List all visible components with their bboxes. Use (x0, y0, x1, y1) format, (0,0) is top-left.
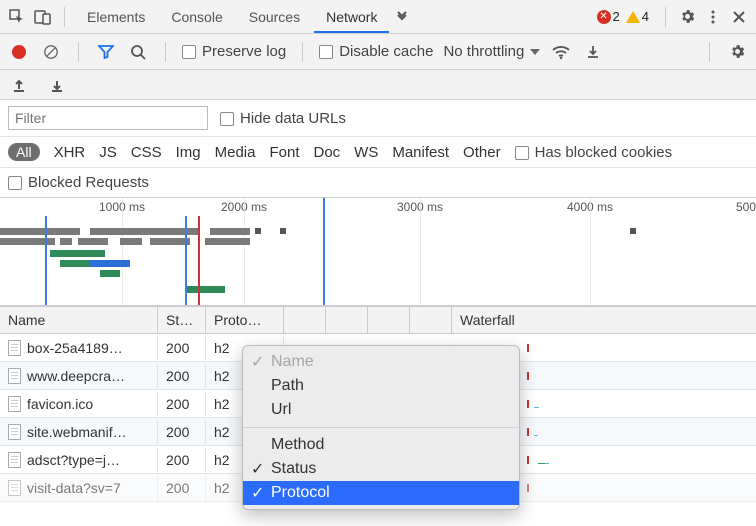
col-waterfall[interactable]: Waterfall (452, 307, 756, 333)
ctx-status[interactable]: ✓Status (243, 457, 519, 481)
error-count: 2 (613, 9, 620, 24)
devtools-top-toolbar: Elements Console Sources Network ✕2 4 (0, 0, 756, 34)
col-hidden-4[interactable] (410, 307, 452, 333)
settings-gear-icon[interactable] (676, 6, 698, 28)
throttling-select[interactable]: No throttling (443, 43, 540, 60)
col-hidden-3[interactable] (368, 307, 410, 333)
filter-other[interactable]: Other (463, 144, 501, 161)
filter-css[interactable]: CSS (131, 144, 162, 161)
har-toolbar (0, 70, 756, 100)
filter-manifest[interactable]: Manifest (392, 144, 449, 161)
blocked-requests-checkbox[interactable]: Blocked Requests (8, 174, 149, 191)
kebab-menu-icon[interactable] (702, 6, 724, 28)
warning-icon (626, 11, 640, 23)
separator (64, 7, 65, 27)
tab-elements[interactable]: Elements (75, 1, 157, 33)
network-conditions-icon[interactable] (550, 41, 572, 63)
separator (709, 42, 710, 62)
panel-tabs: Elements Console Sources Network (75, 1, 587, 33)
search-icon[interactable] (127, 41, 149, 63)
tab-console[interactable]: Console (159, 1, 234, 33)
errors-warnings-badge[interactable]: ✕2 4 (591, 7, 655, 26)
more-tabs-icon[interactable] (391, 6, 413, 28)
preserve-log-checkbox[interactable]: Preserve log (182, 43, 286, 60)
document-icon (8, 424, 21, 440)
document-icon (8, 340, 21, 356)
filter-doc[interactable]: Doc (313, 144, 340, 161)
filter-xhr[interactable]: XHR (54, 144, 86, 161)
disable-cache-checkbox[interactable]: Disable cache (319, 43, 433, 60)
clear-icon[interactable] (40, 41, 62, 63)
document-icon (8, 480, 21, 496)
hide-data-urls-checkbox[interactable]: Hide data URLs (220, 110, 346, 127)
document-icon (8, 368, 21, 384)
filter-font[interactable]: Font (269, 144, 299, 161)
record-button[interactable] (8, 41, 30, 63)
upload-har-icon[interactable] (8, 74, 30, 96)
network-table-header: Name St… Proto… Waterfall (0, 306, 756, 334)
tab-network[interactable]: Network (314, 1, 389, 33)
ctx-url[interactable]: Url (243, 398, 519, 422)
tab-sources[interactable]: Sources (237, 1, 312, 33)
ctx-path[interactable]: Path (243, 374, 519, 398)
network-toolbar: Preserve log Disable cache No throttling (0, 34, 756, 70)
filter-media[interactable]: Media (215, 144, 256, 161)
separator (165, 42, 166, 62)
separator (78, 42, 79, 62)
col-status[interactable]: St… (158, 307, 206, 333)
document-icon (8, 396, 21, 412)
filter-ws[interactable]: WS (354, 144, 378, 161)
filter-img[interactable]: Img (176, 144, 201, 161)
blocked-cookies-checkbox[interactable]: Has blocked cookies (515, 144, 673, 161)
ctx-name[interactable]: ✓Name (243, 350, 519, 374)
ctx-protocol[interactable]: ✓Protocol (243, 481, 519, 505)
filter-funnel-icon[interactable] (95, 41, 117, 63)
col-hidden-1[interactable] (284, 307, 326, 333)
separator (302, 42, 303, 62)
ctx-divider (243, 427, 519, 428)
col-name[interactable]: Name (0, 307, 158, 333)
filter-all[interactable]: All (8, 143, 40, 161)
separator (665, 7, 666, 27)
col-hidden-2[interactable] (326, 307, 368, 333)
inspect-element-icon[interactable] (6, 6, 28, 28)
chevron-down-icon (530, 49, 540, 55)
column-context-menu: ✓Name Path Url Method ✓Status ✓Protocol (242, 345, 520, 510)
filter-bar: Hide data URLs (0, 100, 756, 137)
panel-settings-gear-icon[interactable] (726, 41, 748, 63)
document-icon (8, 452, 21, 468)
import-export-icon[interactable] (582, 41, 604, 63)
device-toolbar-icon[interactable] (32, 6, 54, 28)
blocked-requests-row: Blocked Requests (0, 168, 756, 198)
warning-count: 4 (642, 9, 649, 24)
resource-type-filters: All XHR JS CSS Img Media Font Doc WS Man… (0, 137, 756, 168)
col-protocol[interactable]: Proto… (206, 307, 284, 333)
close-icon[interactable] (728, 6, 750, 28)
filter-input[interactable] (8, 106, 208, 130)
ctx-method[interactable]: Method (243, 433, 519, 457)
filter-js[interactable]: JS (99, 144, 117, 161)
download-har-icon[interactable] (46, 74, 68, 96)
timeline-overview[interactable]: 1000 ms 2000 ms 3000 ms 4000 ms 500 (0, 198, 756, 306)
